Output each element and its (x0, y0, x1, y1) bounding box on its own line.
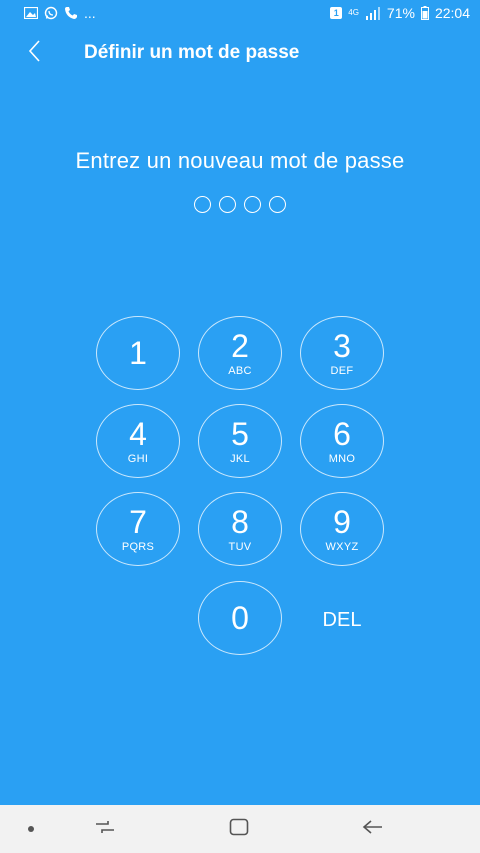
key-3[interactable]: 3 DEF (300, 316, 384, 390)
back-arrow-icon (362, 819, 384, 840)
sim-badge: 1 (330, 7, 343, 19)
key-7[interactable]: 7 PQRS (96, 492, 180, 566)
key-6[interactable]: 6 MNO (300, 404, 384, 478)
app-header: Définir un mot de passe (0, 26, 480, 80)
key-9[interactable]: 9 WXYZ (300, 492, 384, 566)
key-digit: 9 (333, 503, 351, 540)
image-notification-icon (24, 7, 38, 19)
key-5[interactable]: 5 JKL (198, 404, 282, 478)
pin-dot (244, 196, 261, 213)
key-letters: JKL (230, 452, 250, 465)
key-4[interactable]: 4 GHI (96, 404, 180, 478)
status-bar-right: 1 4G 71% 22:04 (330, 5, 470, 21)
key-letters: WXYZ (325, 540, 359, 553)
back-nav-button[interactable] (348, 805, 398, 853)
nav-dot-button[interactable] (14, 805, 48, 853)
key-letters: DEF (330, 364, 354, 377)
key-digit: 0 (231, 600, 249, 636)
key-digit: 5 (231, 415, 249, 452)
key-digit: 1 (129, 335, 147, 371)
key-8[interactable]: 8 TUV (198, 492, 282, 566)
key-digit: 3 (333, 327, 351, 364)
pin-dot (194, 196, 211, 213)
key-letters: PQRS (121, 540, 155, 553)
key-letters: TUV (228, 540, 252, 553)
key-digit: 2 (231, 327, 249, 364)
key-digit: 7 (129, 503, 147, 540)
battery-icon (420, 6, 429, 20)
dot-icon (27, 820, 35, 838)
key-digit: 6 (333, 415, 351, 452)
home-square-icon (229, 818, 249, 841)
status-bar-left: ... (24, 5, 96, 21)
key-1[interactable]: 1 (96, 316, 180, 390)
key-letters: ABC (228, 364, 252, 377)
chevron-left-icon (28, 39, 42, 68)
recent-apps-button[interactable] (80, 805, 130, 853)
recent-apps-icon (94, 819, 116, 840)
network-type-label: 4G (348, 8, 359, 17)
key-2[interactable]: 2 ABC (198, 316, 282, 390)
password-prompt: Entrez un nouveau mot de passe (75, 148, 405, 173)
battery-percent: 71% (386, 5, 415, 21)
more-notifications-label: ... (84, 5, 96, 21)
pin-dot (269, 196, 286, 213)
pin-dot (219, 196, 236, 213)
whatsapp-icon (44, 6, 58, 20)
lock-setup-screen: ... 1 4G 71% 22:04 Définir un mot de pas… (0, 0, 480, 853)
back-button[interactable] (0, 26, 70, 80)
key-digit: 8 (231, 503, 249, 540)
delete-button[interactable]: DEL (300, 600, 384, 640)
status-bar: ... 1 4G 71% 22:04 (0, 0, 480, 26)
key-letters: MNO (328, 452, 356, 465)
page-title: Définir un mot de passe (84, 42, 300, 63)
pin-indicator (0, 196, 480, 214)
home-button[interactable] (214, 805, 264, 853)
key-digit: 4 (129, 415, 147, 452)
system-nav-bar (0, 805, 480, 853)
key-letters: GHI (127, 452, 149, 465)
clock: 22:04 (434, 5, 470, 21)
phone-call-icon (64, 6, 78, 20)
signal-icon (365, 6, 381, 20)
key-0[interactable]: 0 (198, 581, 282, 655)
